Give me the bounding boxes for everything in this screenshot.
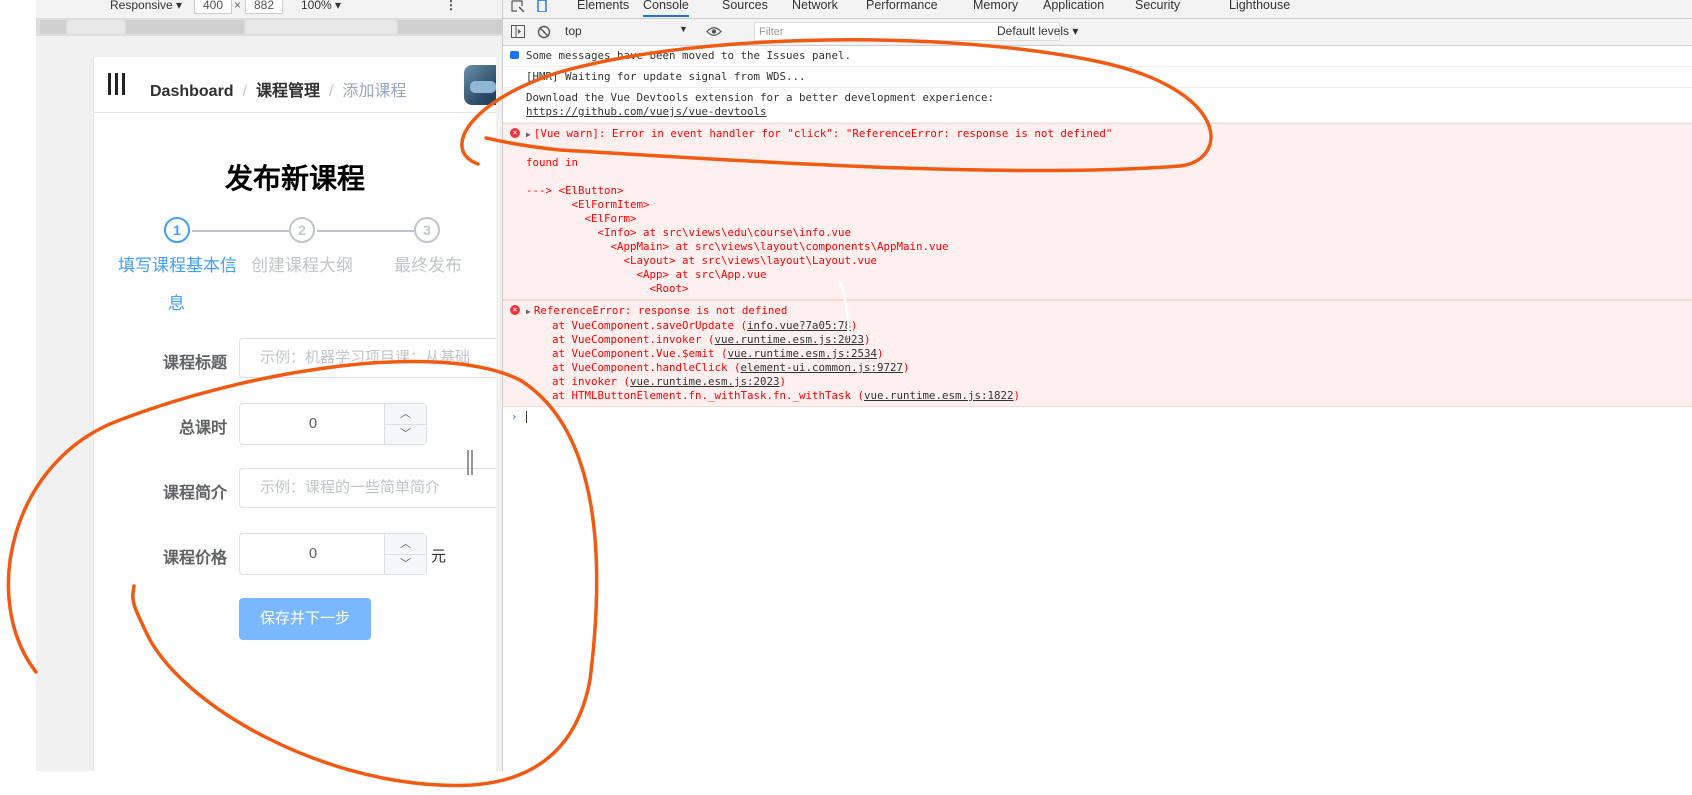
breadcrumb-separator: / (242, 83, 248, 100)
step-1-label: 填写课程基本信 (118, 256, 237, 275)
emulation-toolbar: Responsive ▾ 400 × 882 100% ▾ ⋮ (36, 0, 508, 18)
devtools-tab-bar: Elements Console Sources Network Perform… (503, 0, 1692, 19)
context-select[interactable]: top (565, 24, 582, 38)
price-unit: 元 (431, 548, 447, 565)
console-message: Download the Vue Devtools extension for … (503, 88, 1692, 123)
stack-link[interactable]: info.vue?7a05:78 (747, 319, 851, 332)
step-1-label-wrap: 息 (168, 294, 185, 313)
navbar: Dashboard / 课程管理 / 添加课程 (94, 57, 496, 113)
course-price-stepper[interactable]: 0 ︿ ﹀ (239, 533, 427, 575)
tab-lighthouse[interactable]: Lighthouse (1229, 0, 1290, 12)
stepper-controls: ︿ ﹀ (384, 534, 426, 574)
tab-memory[interactable]: Memory (973, 0, 1018, 12)
inspect-element-icon[interactable] (511, 0, 525, 12)
step-2-label: 创建课程大纲 (251, 256, 353, 275)
save-and-next-button[interactable]: 保存并下一步 (239, 598, 371, 640)
page-title: 发布新课程 (224, 163, 365, 194)
tab-network[interactable]: Network (792, 0, 838, 12)
vue-warn-message[interactable]: × ▶ [Vue warn]: Error in event handler for… (503, 123, 1692, 300)
more-options-icon[interactable]: ⋮ (445, 0, 457, 12)
tab-console[interactable]: Console (643, 0, 689, 17)
context-dropdown-icon[interactable]: ▼ (679, 24, 688, 34)
log-levels-select[interactable]: Default levels ▾ (997, 24, 1078, 38)
console-messages: Some messages have been moved to the Iss… (503, 46, 1692, 427)
eye-icon[interactable] (706, 26, 722, 37)
course-price-label: 课程价格 (162, 550, 227, 567)
device-select[interactable]: Responsive ▾ (110, 0, 182, 12)
height-input[interactable]: 882 (245, 0, 283, 14)
media-query-ruler[interactable] (36, 18, 508, 36)
chevron-down-icon[interactable]: ﹀ (385, 554, 426, 574)
expand-triangle-icon[interactable]: ▶ (526, 307, 531, 316)
vue-devtools-link[interactable]: https://github.com/vuejs/vue-devtools (526, 105, 767, 118)
total-hours-label: 总课时 (178, 420, 227, 437)
chevron-down-icon[interactable]: ﹀ (385, 424, 426, 444)
console-message: Some messages have been moved to the Iss… (503, 46, 1692, 67)
devtools-panel: Elements Console Sources Network Perform… (502, 0, 1692, 771)
step-2-icon: 2 (289, 217, 315, 243)
tab-application[interactable]: Application (1043, 0, 1104, 12)
breadcrumb: Dashboard / 课程管理 / 添加课程 (150, 77, 407, 101)
step-1-icon: 1 (164, 217, 190, 243)
total-hours-stepper[interactable]: 0 ︿ ﹀ (239, 403, 427, 445)
stepper-controls: ︿ ﹀ (384, 404, 426, 444)
total-hours-value[interactable]: 0 (240, 404, 386, 444)
tab-sources[interactable]: Sources (722, 0, 768, 12)
error-icon: × (510, 128, 520, 138)
breadcrumb-course-management[interactable]: 课程管理 (256, 83, 320, 100)
prompt-chevron-icon: › (511, 410, 518, 423)
step-3-label: 最终发布 (394, 256, 462, 275)
tab-performance[interactable]: Performance (866, 0, 938, 12)
zoom-select[interactable]: 100% ▾ (301, 0, 341, 12)
reference-error-message[interactable]: × ▶ ReferenceError: response is not define… (503, 300, 1692, 407)
step-connector (317, 230, 414, 232)
console-prompt[interactable]: › (503, 407, 1692, 427)
step-3-icon: 3 (414, 217, 440, 243)
course-title-input[interactable]: 示例：机器学习项目课：从基础 (239, 338, 496, 378)
stack-link[interactable]: vue.runtime.esm.js:1822 (864, 389, 1014, 402)
stack-link[interactable]: element-ui.common.js:9727 (741, 361, 904, 374)
breadcrumb-separator: / (329, 83, 334, 100)
console-message: [HMR] Waiting for update signal from WDS… (503, 67, 1692, 88)
tab-security[interactable]: Security (1135, 0, 1180, 12)
stack-link[interactable]: vue.runtime.esm.js:2534 (728, 347, 878, 360)
stack-link[interactable]: vue.runtime.esm.js:2023 (630, 375, 780, 388)
expand-triangle-icon[interactable]: ▶ (526, 130, 531, 139)
course-desc-input[interactable]: 示例：课程的一些简单简介 (239, 468, 496, 508)
device-emulation-area: Responsive ▾ 400 × 882 100% ▾ ⋮ Dashboar… (36, 0, 508, 771)
breadcrumb-add-course: 添加课程 (342, 83, 407, 100)
sidebar-toggle-icon[interactable] (511, 25, 525, 38)
breadcrumb-dashboard[interactable]: Dashboard (150, 83, 234, 100)
stack-link[interactable]: vue.runtime.esm.js:2023 (715, 333, 865, 346)
chevron-up-icon[interactable]: ︿ (385, 404, 426, 425)
course-price-value[interactable]: 0 (240, 534, 386, 574)
device-toolbar-icon[interactable] (535, 0, 549, 12)
course-title-label: 课程标题 (162, 355, 227, 372)
chevron-up-icon[interactable]: ︿ (385, 534, 426, 555)
width-input[interactable]: 400 (194, 0, 232, 14)
dimension-separator: × (234, 0, 242, 12)
resize-handle[interactable] (467, 450, 473, 475)
tab-elements[interactable]: Elements (577, 0, 629, 12)
emulated-page: Dashboard / 课程管理 / 添加课程 发布新课程 1 2 3 填写课程基本信 … (93, 57, 496, 771)
clear-console-icon[interactable] (537, 25, 551, 39)
step-connector (192, 230, 289, 232)
issues-info-icon (510, 51, 519, 59)
course-desc-label: 课程简介 (162, 485, 227, 502)
console-toolbar: top ▼ Filter Default levels ▾ (503, 19, 1692, 46)
hamburger-menu-icon[interactable] (108, 73, 128, 95)
error-icon: × (510, 305, 520, 315)
avatar[interactable] (464, 65, 496, 105)
